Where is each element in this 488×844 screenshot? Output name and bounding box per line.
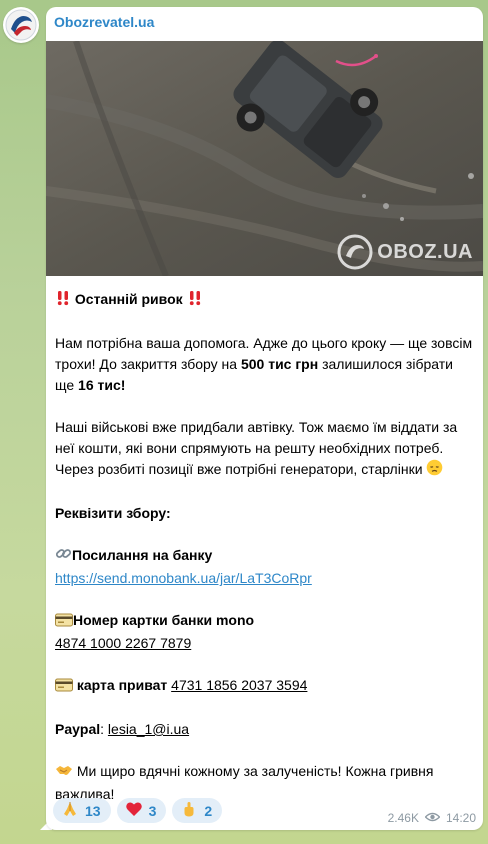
message-meta: 2.46K 14:20 <box>388 811 476 825</box>
reaction-folded-hands[interactable]: 13 <box>53 798 111 823</box>
reactions-bar: 13 3 2 <box>53 798 223 823</box>
card-icon <box>55 677 73 698</box>
reaction-count: 2 <box>204 802 213 819</box>
watermark-text: OBOZ.UA <box>377 240 473 263</box>
folded-hands-icon <box>61 800 79 821</box>
oboz-logo-icon <box>337 234 373 270</box>
reaction-hand[interactable]: 2 <box>172 798 223 823</box>
link-icon <box>55 545 72 568</box>
double-exclamation-icon <box>187 290 203 312</box>
obozrevatel-logo-icon <box>5 9 37 41</box>
message-text: Останній ривок Нам потрібна ваша допомог… <box>55 289 475 805</box>
views-count: 2.46K <box>387 811 419 825</box>
reaction-count: 13 <box>85 802 101 819</box>
mono-card-number[interactable]: 4874 1000 2267 7879 <box>55 635 191 651</box>
message-paragraph-2: Наші військові вже придбали автівку. Тож… <box>55 417 475 482</box>
message-bubble: Obozrevatel.ua OBOZ.UA Останній ривок На… <box>46 7 483 830</box>
hand-icon <box>180 800 198 821</box>
requisites-title: Реквізити збору: <box>55 505 171 521</box>
reaction-count: 3 <box>148 802 157 819</box>
paypal-row: Paypal: lesia_1@i.ua <box>55 721 190 737</box>
channel-name[interactable]: Obozrevatel.ua <box>54 14 154 30</box>
paypal-email[interactable]: lesia_1@i.ua <box>108 721 189 737</box>
mono-label-row: Номер картки банки mono <box>55 610 475 633</box>
eye-icon <box>424 811 441 825</box>
message-title: Останній ривок <box>55 289 475 312</box>
double-exclamation-icon <box>55 290 71 312</box>
privat-card-number[interactable]: 4731 1856 2037 3594 <box>171 677 307 693</box>
photo-watermark: OBOZ.UA <box>337 234 473 270</box>
reaction-heart[interactable]: 3 <box>116 798 167 823</box>
message-photo[interactable]: OBOZ.UA <box>46 41 483 276</box>
card-icon <box>55 612 73 633</box>
bank-link[interactable]: https://send.monobank.ua/jar/LaT3CoRpr <box>55 570 312 586</box>
handshake-icon <box>55 762 73 784</box>
red-heart-icon <box>125 800 143 821</box>
message-paragraph-1: Нам потрібна ваша допомога. Адже до цьог… <box>55 335 473 393</box>
channel-avatar[interactable] <box>3 7 39 43</box>
bank-link-label-row: Посилання на банку <box>55 545 475 568</box>
privat-row: карта приват 4731 1856 2037 3594 <box>55 675 475 698</box>
message-time: 14:20 <box>445 811 476 825</box>
disappointed-face-icon <box>426 459 443 482</box>
